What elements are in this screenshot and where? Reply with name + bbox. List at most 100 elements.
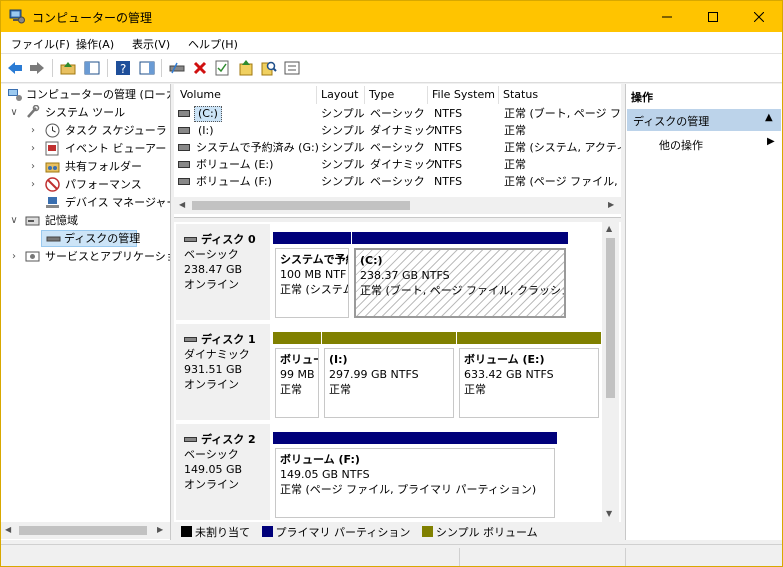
table-row[interactable]: システムで予約済み (G:) シンプル ベーシック NTFS 正常 (システム,… (174, 139, 621, 156)
maximize-button[interactable] (690, 1, 736, 32)
chevron-down-icon[interactable]: ∨ (9, 212, 19, 229)
disk-2-label[interactable]: ディスク 2 ベーシック 149.05 GB オンライン (176, 424, 270, 520)
tree-item-services-apps[interactable]: › サービスとアプリケーション (1, 248, 170, 265)
primary-partition-bar (352, 232, 568, 244)
menu-help[interactable]: ヘルプ(H) (188, 36, 238, 52)
disk-icon (184, 437, 197, 442)
tree-item-device-manager[interactable]: デバイス マネージャー (1, 194, 171, 211)
chevron-right-icon[interactable]: › (28, 140, 38, 157)
search-button[interactable] (260, 59, 278, 77)
partition-status: 正常 (ページ ファイル, プライマリ パーティション) (280, 483, 537, 496)
collapse-icon[interactable]: ▲ (765, 112, 773, 123)
volume-type: ダイナミック (370, 124, 436, 137)
chevron-right-icon[interactable]: › (9, 248, 19, 265)
column-header-type[interactable]: Type (365, 86, 428, 104)
volume-icon (178, 144, 190, 151)
up-folder-button[interactable] (59, 59, 77, 77)
tree-item-performance[interactable]: › パフォーマンス (1, 176, 170, 193)
scrollbar-thumb[interactable] (192, 201, 410, 210)
volume-icon (178, 110, 190, 117)
tree-item-shared-folders[interactable]: › 共有フォルダー (1, 158, 170, 175)
partition-status: 正常 (システム (280, 283, 349, 296)
close-button[interactable] (736, 1, 782, 32)
scroll-left-icon[interactable]: ◀ (5, 525, 11, 534)
scroll-right-icon[interactable]: ▶ (157, 525, 163, 534)
table-row[interactable]: (C:) シンプル ベーシック NTFS 正常 (ブート, ページ ファイ (174, 105, 621, 122)
disk-0-label[interactable]: ディスク 0 ベーシック 238.47 GB オンライン (176, 224, 270, 320)
tree-item-storage[interactable]: ∨ 記憶域 (1, 212, 170, 229)
chevron-right-icon[interactable]: › (28, 122, 38, 139)
volume-status: 正常 (504, 158, 526, 171)
services-icon (25, 251, 40, 262)
disk-icon (184, 337, 197, 342)
tree-item-root[interactable]: コンピューターの管理 (ローカル) (1, 86, 170, 103)
help-button[interactable]: ? (114, 59, 132, 77)
column-header-file-system[interactable]: File System (428, 86, 499, 104)
disk-type: ベーシック (184, 448, 239, 461)
partition-title: (C:) (360, 254, 383, 267)
column-header-layout[interactable]: Layout (317, 86, 365, 104)
properties-button[interactable] (213, 59, 231, 77)
forward-button[interactable] (28, 59, 46, 77)
delete-button[interactable] (191, 59, 209, 77)
chevron-right-icon[interactable]: › (28, 158, 38, 175)
scrollbar-thumb[interactable] (19, 526, 147, 535)
disk-size: 149.05 GB (184, 463, 243, 476)
close-icon (754, 11, 764, 22)
forward-arrow-icon (30, 62, 44, 74)
scrollbar-thumb[interactable] (606, 238, 615, 398)
disk-vertical-scrollbar[interactable]: ▲ ▼ (602, 222, 619, 522)
volume-horizontal-scrollbar[interactable]: ◀ ▶ (174, 197, 621, 214)
export-icon (239, 60, 253, 76)
partition-i[interactable]: (I:) 297.99 GB NTFS 正常 (322, 332, 456, 420)
export-button[interactable] (237, 59, 255, 77)
minimize-button[interactable] (644, 1, 690, 32)
chevron-right-icon[interactable]: › (28, 176, 38, 193)
actions-other-label: 他の操作 (659, 139, 703, 152)
tree-horizontal-scrollbar[interactable]: ◀ ▶ (1, 522, 170, 539)
column-header-status[interactable]: Status (499, 86, 621, 104)
disk-1-label[interactable]: ディスク 1 ダイナミック 931.51 GB オンライン (176, 324, 270, 420)
submenu-arrow-icon: ▶ (767, 136, 775, 147)
tree-label: デバイス マネージャー (65, 196, 171, 209)
scroll-down-icon[interactable]: ▼ (606, 509, 612, 518)
tree-item-event-viewer[interactable]: › イベント ビューアー (1, 140, 170, 157)
disk-map: ディスク 0 ベーシック 238.47 GB オンライン システムで予約 100… (174, 222, 621, 522)
volume-name: システムで予約済み (G:) (196, 141, 318, 154)
partition-e[interactable]: ボリューム (E:) 633.42 GB NTFS 正常 (457, 332, 601, 420)
menu-action[interactable]: 操作(A) (76, 36, 114, 52)
disk-state: オンライン (184, 378, 239, 391)
chevron-down-icon[interactable]: ∨ (9, 104, 19, 121)
show-hide-tree-button[interactable] (83, 59, 101, 77)
partition-f[interactable]: ボリューム (F:) 149.05 GB NTFS 正常 (ページ ファイル, … (273, 432, 557, 520)
show-action-pane-button[interactable] (138, 59, 156, 77)
column-header-volume[interactable]: Volume (176, 86, 317, 104)
tree-label: 共有フォルダー (65, 160, 142, 173)
partition-size: 99 MB (280, 368, 315, 381)
actions-other[interactable]: 他の操作 ▶ (627, 134, 781, 152)
table-row[interactable]: ボリューム (E:) シンプル ダイナミック NTFS 正常 (174, 156, 621, 173)
menu-file[interactable]: ファイル(F) (11, 36, 70, 52)
back-button[interactable] (6, 59, 24, 77)
volume-type: ベーシック (370, 141, 425, 154)
tree-item-task-scheduler[interactable]: › タスク スケジューラ (1, 122, 170, 139)
volume-fs: NTFS (434, 107, 463, 120)
scroll-right-icon[interactable]: ▶ (608, 200, 614, 209)
partition-title: ボリューム (E:) (464, 353, 545, 366)
tree-item-system-tools[interactable]: ∨ システム ツール (1, 104, 170, 121)
partition-c[interactable]: (C:) 238.37 GB NTFS 正常 (ブート, ページ ファイル, ク… (352, 232, 568, 320)
legend-unallocated: 未割り当て (195, 526, 250, 539)
partition-volume-small[interactable]: ボリュー 99 MB 正常 (273, 332, 321, 420)
view-button[interactable] (283, 59, 301, 77)
legend-simple: シンプル ボリューム (435, 526, 538, 539)
tree-item-disk-management[interactable]: ディスクの管理 (41, 230, 140, 247)
volume-list: Volume Layout Type File System Status (C… (174, 84, 621, 218)
menu-view[interactable]: 表示(V) (132, 36, 170, 52)
scroll-up-icon[interactable]: ▲ (606, 224, 612, 233)
partition-system-reserved[interactable]: システムで予約 100 MB NTF 正常 (システム (273, 232, 351, 320)
actions-section-disk-management[interactable]: ディスクの管理 ▲ (627, 109, 781, 131)
connect-drive-button[interactable] (168, 59, 186, 77)
table-row[interactable]: (I:) シンプル ダイナミック NTFS 正常 (174, 122, 621, 139)
scroll-left-icon[interactable]: ◀ (179, 200, 185, 209)
table-row[interactable]: ボリューム (F:) シンプル ベーシック NTFS 正常 (ページ ファイル,… (174, 173, 621, 190)
